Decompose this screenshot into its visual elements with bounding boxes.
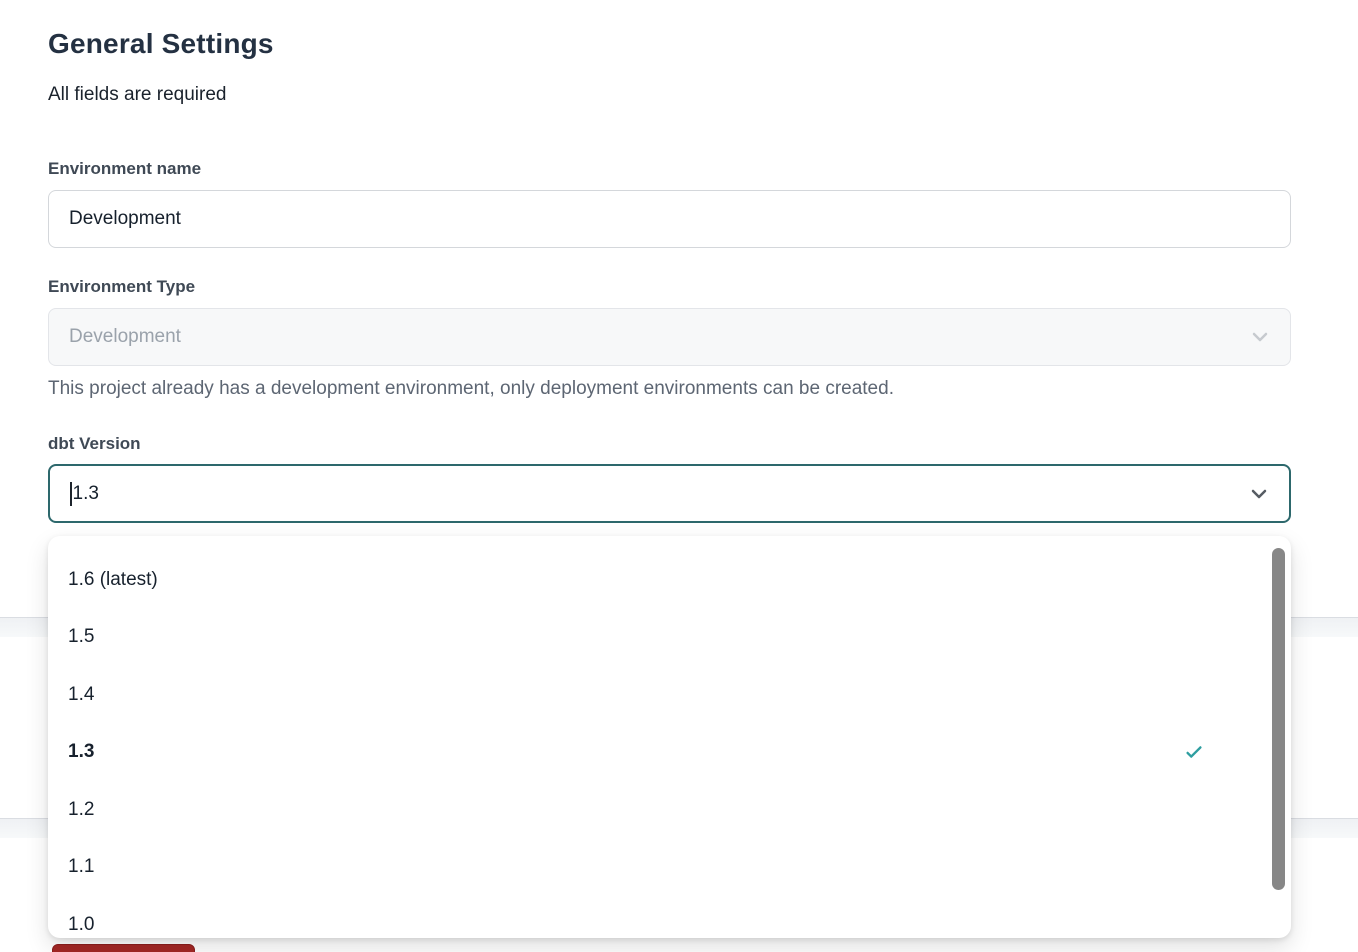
dropdown-scrollbar[interactable] (1272, 548, 1285, 890)
option-label: 1.0 (68, 914, 94, 936)
dropdown-option[interactable]: 1.1 (48, 839, 1291, 897)
option-label: 1.3 (68, 741, 94, 763)
option-label: 1.6 (latest) (68, 569, 158, 591)
chevron-down-icon (1248, 325, 1272, 349)
environment-name-value: Development (69, 208, 181, 230)
delete-button[interactable] (52, 944, 195, 952)
text-cursor (70, 482, 72, 506)
dropdown-option-selected[interactable]: 1.3 (48, 724, 1291, 782)
dbt-version-value: 1.3 (73, 483, 99, 505)
dropdown-option[interactable]: 1.5 (48, 609, 1291, 667)
dropdown-option[interactable]: 1.2 (48, 781, 1291, 839)
chevron-down-icon (1247, 482, 1271, 506)
option-label: 1.5 (68, 626, 94, 648)
dropdown-option[interactable]: 1.4 (48, 666, 1291, 724)
option-label: 1.4 (68, 684, 94, 706)
dbt-version-label: dbt Version (48, 434, 141, 454)
dbt-version-dropdown-menu: 1.6 (latest) 1.5 1.4 1.3 1.2 1.1 1.0 (48, 536, 1291, 938)
dbt-version-select[interactable]: 1.3 (48, 464, 1291, 523)
dropdown-option[interactable]: 1.6 (latest) (48, 551, 1291, 609)
environment-type-value: Development (69, 326, 181, 348)
environment-type-helper-text: This project already has a development e… (48, 378, 894, 400)
environment-type-label: Environment Type (48, 277, 195, 297)
environment-name-input[interactable]: Development (48, 190, 1291, 248)
check-icon (1183, 741, 1205, 763)
general-settings-page: General Settings All fields are required… (0, 0, 1358, 952)
page-subtitle: All fields are required (48, 84, 226, 106)
option-label: 1.2 (68, 799, 94, 821)
environment-type-select: Development (48, 308, 1291, 366)
option-label: 1.1 (68, 856, 94, 878)
page-title: General Settings (48, 28, 274, 60)
dropdown-option[interactable]: 1.0 (48, 896, 1291, 938)
environment-name-label: Environment name (48, 159, 201, 179)
